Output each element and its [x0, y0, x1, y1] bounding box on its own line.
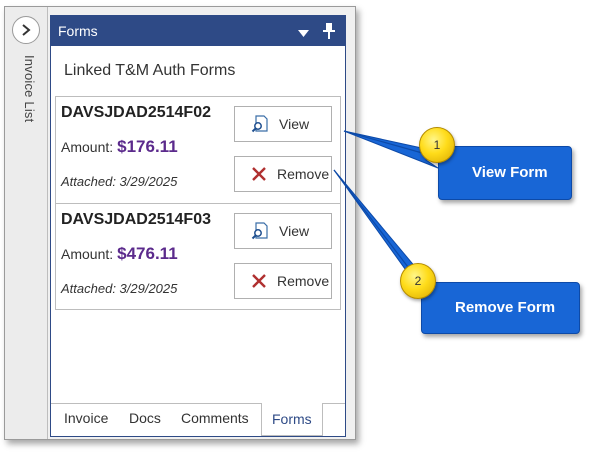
callout-number-badge: 2 — [400, 263, 436, 299]
amount-label: Amount: — [61, 139, 114, 155]
callout-text: Remove Form — [455, 299, 556, 316]
remove-x-icon — [252, 274, 266, 288]
form-id: DAVSJDAD2514F03 — [61, 211, 211, 228]
remove-label: Remove — [277, 273, 330, 289]
tab-invoice[interactable]: Invoice — [64, 410, 108, 426]
remove-x-icon — [252, 167, 266, 181]
remove-form-button[interactable]: Remove — [234, 156, 332, 192]
view-document-icon — [251, 222, 268, 240]
form-id: DAVSJDAD2514F02 — [61, 104, 211, 121]
tab-comments[interactable]: Comments — [181, 410, 249, 426]
form-card: DAVSJDAD2514F02 Amount: $176.11 Attached:… — [56, 97, 340, 203]
forms-pane-header: Forms — [51, 16, 345, 46]
expand-invoice-list-button[interactable] — [12, 16, 40, 44]
forms-list: DAVSJDAD2514F02 Amount: $176.11 Attached:… — [55, 96, 341, 310]
dropdown-arrow-icon[interactable] — [298, 25, 309, 43]
view-form-button[interactable]: View — [234, 106, 332, 142]
tab-forms[interactable]: Forms — [261, 403, 323, 436]
window-frame: Invoice List Forms Linked T&M Auth Forms… — [4, 6, 356, 440]
amount-label: Amount: — [61, 246, 114, 262]
pin-icon[interactable] — [323, 22, 335, 44]
forms-pane: Forms Linked T&M Auth Forms DAVSJDAD2514… — [50, 15, 346, 437]
pane-title: Forms — [58, 23, 98, 39]
attached-date: Attached: 3/29/2025 — [61, 174, 178, 189]
amount-row: Amount: $476.11 — [61, 244, 178, 264]
view-label: View — [279, 116, 310, 132]
view-form-callout: View Form — [438, 146, 572, 200]
invoice-list-collapsed-panel: Invoice List — [5, 7, 48, 439]
bottom-tab-bar: Invoice Docs Comments Forms — [51, 403, 345, 436]
amount-row: Amount: $176.11 — [61, 137, 178, 157]
remove-label: Remove — [277, 166, 330, 182]
view-label: View — [279, 223, 310, 239]
form-card: DAVSJDAD2514F03 Amount: $476.11 Attached:… — [56, 203, 340, 309]
callout-text: View Form — [472, 164, 548, 181]
tab-docs[interactable]: Docs — [129, 410, 161, 426]
attached-date: Attached: 3/29/2025 — [61, 281, 178, 296]
amount-value: $176.11 — [117, 137, 178, 156]
amount-value: $476.11 — [117, 244, 178, 263]
callout-number-badge: 1 — [419, 127, 455, 163]
invoice-list-label[interactable]: Invoice List — [13, 55, 37, 175]
chevron-right-icon — [22, 24, 31, 36]
remove-form-button[interactable]: Remove — [234, 263, 332, 299]
view-document-icon — [251, 115, 268, 133]
view-form-button[interactable]: View — [234, 213, 332, 249]
section-title: Linked T&M Auth Forms — [64, 62, 236, 79]
remove-form-callout: Remove Form — [421, 282, 580, 334]
